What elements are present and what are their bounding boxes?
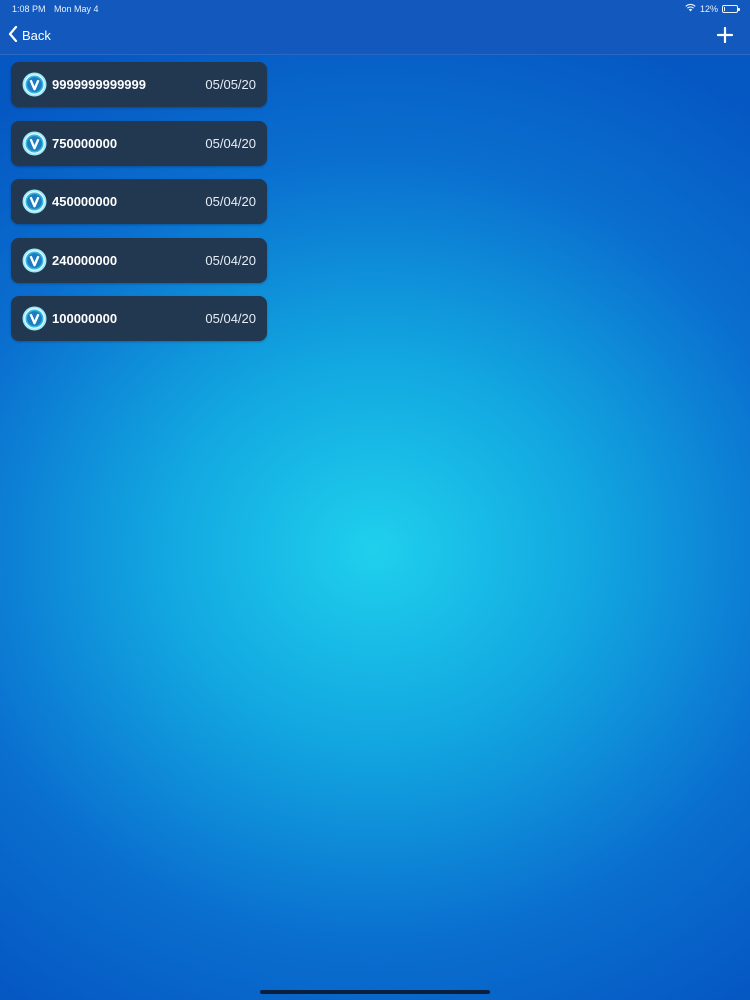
back-button[interactable]: Back bbox=[8, 25, 51, 45]
list-item[interactable]: 100000000 05/04/20 bbox=[11, 296, 267, 341]
add-button[interactable] bbox=[714, 24, 736, 46]
battery-icon bbox=[722, 4, 740, 13]
navigation-bar: Back bbox=[0, 18, 750, 55]
status-time: 1:08 PM bbox=[12, 4, 46, 14]
item-date: 05/04/20 bbox=[205, 311, 256, 326]
vbucks-coin-icon bbox=[22, 306, 47, 331]
list-item[interactable]: 9999999999999 05/05/20 bbox=[11, 62, 267, 107]
item-date: 05/04/20 bbox=[205, 135, 256, 151]
vbucks-coin-icon bbox=[22, 72, 47, 97]
battery-fill bbox=[724, 6, 725, 11]
list-item[interactable]: 750000000 05/04/20 bbox=[11, 120, 267, 166]
vbucks-coin-icon bbox=[22, 248, 47, 273]
item-amount: 450000000 bbox=[52, 194, 118, 209]
item-amount: 240000000 bbox=[52, 252, 118, 268]
item-date: 05/04/20 bbox=[205, 252, 256, 268]
vbucks-coin-icon bbox=[22, 189, 47, 214]
item-date: 05/05/20 bbox=[205, 77, 256, 92]
vbucks-coin-icon bbox=[22, 131, 47, 156]
list-item[interactable]: 450000000 05/04/20 bbox=[11, 179, 267, 224]
status-date: Mon May 4 bbox=[54, 4, 99, 14]
vbucks-list: 9999999999999 05/05/20 750000000 05/04/2… bbox=[11, 62, 267, 355]
battery-percent: 12% bbox=[699, 3, 718, 14]
item-amount: 750000000 bbox=[52, 135, 118, 151]
home-indicator[interactable] bbox=[260, 990, 490, 994]
plus-icon bbox=[714, 26, 736, 50]
status-indicators: 12% bbox=[685, 3, 740, 14]
item-amount: 9999999999999 bbox=[52, 77, 146, 92]
status-bar: 1:08 PM Mon May 4 12% bbox=[0, 0, 750, 18]
chevron-left-icon bbox=[8, 25, 18, 45]
item-date: 05/04/20 bbox=[205, 194, 256, 209]
list-item[interactable]: 240000000 05/04/20 bbox=[11, 237, 267, 283]
item-amount: 100000000 bbox=[52, 311, 118, 326]
wifi-icon bbox=[685, 3, 696, 14]
back-label: Back bbox=[22, 28, 51, 43]
